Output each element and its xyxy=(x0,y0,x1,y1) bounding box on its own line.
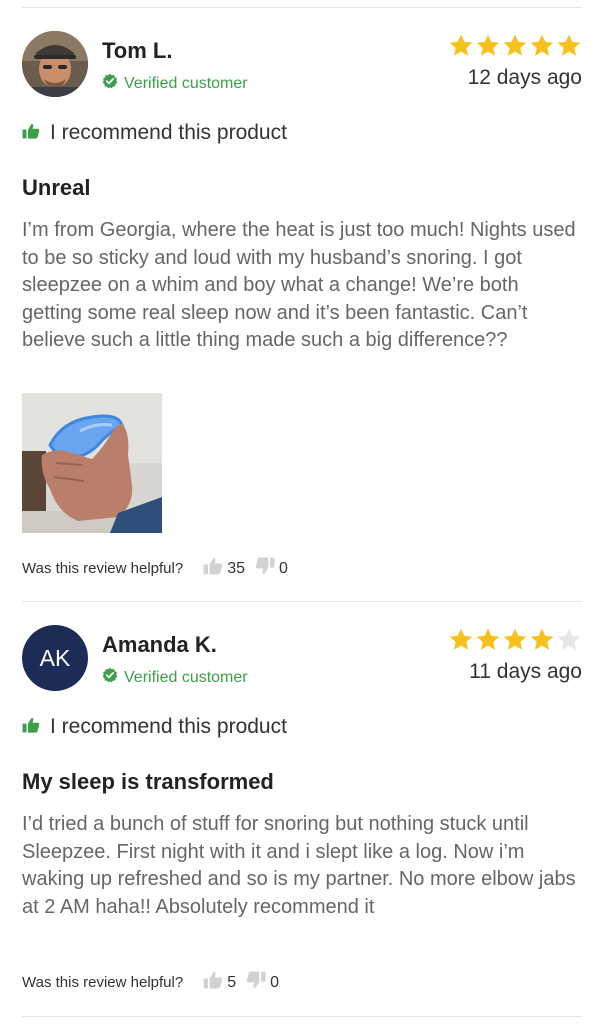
recommend-line: I recommend this product xyxy=(22,715,287,739)
star-icon xyxy=(449,34,473,56)
helpful-section: Was this review helpful? 35 0 xyxy=(22,557,298,580)
helpful-yes-button[interactable]: 5 xyxy=(203,971,236,994)
helpful-no-count: 0 xyxy=(270,973,279,991)
review-title: Unreal xyxy=(22,175,91,200)
star-icon xyxy=(530,34,554,56)
thumbs-up-icon xyxy=(203,557,223,580)
divider xyxy=(22,1016,582,1017)
thumbs-up-icon xyxy=(22,715,40,739)
avatar xyxy=(22,31,88,97)
star-rating xyxy=(448,627,582,653)
star-icon xyxy=(476,628,500,650)
verified-label: Verified customer xyxy=(124,668,248,686)
review-card: AK Amanda K. Verified customer 11 days a… xyxy=(0,594,604,1014)
helpful-no-count: 0 xyxy=(278,559,288,577)
helpful-yes-button[interactable]: 35 xyxy=(203,557,245,580)
review-body: I’d tried a bunch of stuff for snoring b… xyxy=(22,813,576,918)
helpful-no-button[interactable]: 0 xyxy=(255,557,288,580)
helpful-section: Was this review helpful? 5 0 xyxy=(22,971,289,994)
reviewer-name: Tom L. xyxy=(102,38,173,63)
star-icon xyxy=(449,628,473,650)
verified-badge: Verified customer xyxy=(102,667,248,688)
recommend-label: I recommend this product xyxy=(50,121,287,144)
recommend-label: I recommend this product xyxy=(50,715,287,738)
reviewer-name: Amanda K. xyxy=(102,632,217,657)
helpful-question: Was this review helpful? xyxy=(22,560,184,577)
recommend-line: I recommend this product xyxy=(22,121,287,145)
review-title: My sleep is transformed xyxy=(22,769,274,794)
review-card: Tom L. Verified customer 12 days ago I r… xyxy=(0,0,604,600)
star-icon xyxy=(503,34,527,56)
star-rating xyxy=(448,33,582,59)
thumbs-down-icon xyxy=(246,971,266,994)
star-icon xyxy=(557,628,581,650)
helpful-no-button[interactable]: 0 xyxy=(246,971,279,994)
verified-label: Verified customer xyxy=(124,74,248,92)
helpful-yes-count: 5 xyxy=(227,973,237,991)
star-icon xyxy=(530,628,554,650)
thumbs-up-icon xyxy=(22,121,40,145)
review-date: 12 days ago xyxy=(467,66,582,89)
helpful-yes-count: 35 xyxy=(227,559,245,577)
star-icon xyxy=(557,34,581,56)
verified-check-icon xyxy=(102,73,118,94)
avatar: AK xyxy=(22,625,88,691)
review-body: I’m from Georgia, where the heat is just… xyxy=(22,219,576,351)
verified-check-icon xyxy=(102,667,118,688)
star-icon xyxy=(503,628,527,650)
thumbs-up-icon xyxy=(203,971,223,994)
helpful-question: Was this review helpful? xyxy=(22,974,184,991)
verified-badge: Verified customer xyxy=(102,73,248,94)
review-date: 11 days ago xyxy=(469,660,582,683)
thumbs-down-icon xyxy=(255,557,275,580)
star-icon xyxy=(476,34,500,56)
review-photo[interactable] xyxy=(22,393,162,533)
